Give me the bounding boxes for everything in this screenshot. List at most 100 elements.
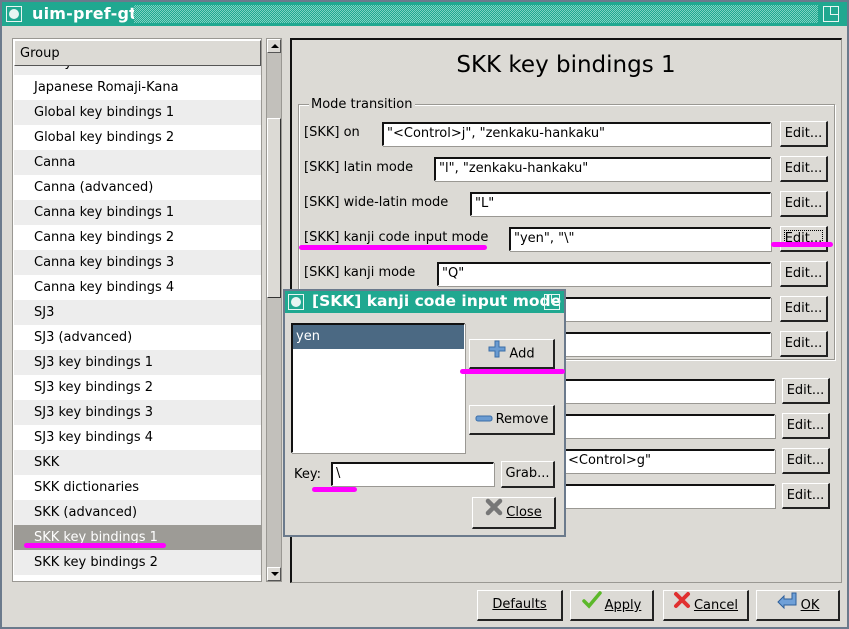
edit-label: Edit...	[786, 383, 825, 398]
group-list-item[interactable]: SKK (advanced)	[14, 500, 261, 525]
key-list-item[interactable]: yen	[293, 325, 464, 349]
edit-label: Edit...	[786, 488, 825, 503]
annotation-underline	[771, 242, 833, 247]
apply-label: Apply	[604, 598, 642, 613]
edit-button[interactable]: Edit...	[780, 121, 828, 147]
minus-icon	[475, 406, 493, 433]
group-list-item[interactable]: Canna (advanced)	[14, 175, 261, 200]
group-list-item[interactable]: SKK dictionaries	[14, 475, 261, 500]
group-list-item[interactable]: SJ3 (advanced)	[14, 325, 261, 350]
remove-button[interactable]: Remove	[469, 405, 555, 435]
binding-label: [SKK] kanji mode	[304, 265, 416, 280]
dialog-maximize-icon[interactable]	[544, 294, 560, 310]
group-list-item[interactable]: Global key bindings 2	[14, 125, 261, 150]
binding-row: [SKK] latin mode "l", "zenkaku-hankaku" Ed…	[304, 156, 834, 182]
group-list-item[interactable]: SKK key bindings 2	[14, 550, 261, 575]
binding-label: [SKK] on	[304, 125, 360, 140]
edit-button[interactable]: Edit...	[780, 191, 828, 217]
group-list-item[interactable]: Canna	[14, 150, 261, 175]
group-list-item[interactable]: SJ3 key bindings 4	[14, 425, 261, 450]
binding-row: [SKK] kanji mode "Q" Edit...	[304, 261, 834, 287]
binding-value-input[interactable]: "L"	[470, 192, 771, 216]
edit-button[interactable]: Edit...	[782, 378, 830, 404]
close-x-icon	[485, 498, 503, 527]
group-column-header[interactable]: Group	[14, 40, 261, 66]
title-bar-hatch	[134, 5, 818, 23]
grab-button[interactable]: Grab...	[501, 461, 555, 488]
dialog-title: [SKK] kanji code input mode	[312, 292, 562, 310]
dialog-title-bar[interactable]: [SKK] kanji code input mode	[285, 291, 564, 313]
edit-button[interactable]: Edit...	[780, 156, 828, 182]
binding-value-input[interactable]: "<Control>j", "zenkaku-hankaku"	[382, 122, 771, 146]
edit-label: Edit...	[784, 126, 823, 141]
add-button[interactable]: Add	[469, 339, 555, 369]
ok-label: OK	[800, 598, 820, 613]
add-label: Add	[509, 346, 535, 362]
binding-label: [SKK] wide-latin mode	[304, 195, 449, 210]
edit-button[interactable]: Edit...	[780, 331, 828, 357]
window-menu-icon[interactable]	[6, 6, 22, 22]
edit-button[interactable]: Edit...	[780, 261, 828, 287]
apply-button[interactable]: Apply	[570, 590, 654, 621]
annotation-underline	[299, 245, 487, 250]
edit-button[interactable]: Edit...	[780, 226, 828, 252]
group-list-item[interactable]: Japanese Romaji-Kana	[14, 75, 261, 100]
edit-label: Edit...	[784, 196, 823, 211]
group-list-item[interactable]: Canna key bindings 2	[14, 225, 261, 250]
group-list-item[interactable]: SJ3	[14, 300, 261, 325]
key-input[interactable]: \	[331, 462, 494, 486]
defaults-label: Defaults	[492, 597, 547, 612]
close-button[interactable]: Close	[472, 497, 556, 529]
edit-label: Edit...	[784, 301, 823, 316]
group-list-item[interactable]: SJ3 key bindings 1	[14, 350, 261, 375]
edit-label: Edit...	[786, 453, 825, 468]
title-bar[interactable]: uim-pref-gtk	[2, 2, 847, 26]
group-list-item[interactable]: Canna key bindings 4	[14, 275, 261, 300]
group-list-item[interactable]: SJ3 key bindings 2	[14, 375, 261, 400]
annotation-underline	[24, 543, 166, 548]
key-list[interactable]: yen	[291, 323, 465, 453]
group-list-item[interactable]: SKK	[14, 450, 261, 475]
dialog-menu-icon[interactable]	[288, 294, 304, 310]
ok-button[interactable]: OK	[756, 590, 840, 621]
edit-label: Edit...	[786, 418, 825, 433]
key-label: Key:	[294, 467, 322, 482]
group-list-scrollbar[interactable]	[266, 38, 282, 582]
defaults-button[interactable]: Defaults	[477, 590, 563, 621]
ok-arrow-icon	[776, 591, 798, 620]
binding-value-input[interactable]: "yen", "\"	[509, 227, 771, 251]
edit-button[interactable]: Edit...	[782, 448, 830, 474]
page-title: SKK key bindings 1	[456, 52, 676, 78]
plus-icon	[488, 340, 506, 368]
edit-label: Edit...	[784, 266, 823, 281]
group-rows: Anthy PredictionJapanese Romaji-KanaGlob…	[14, 50, 261, 575]
binding-value-input[interactable]: "l", "zenkaku-hankaku"	[434, 157, 771, 181]
checkmark-icon	[581, 591, 602, 620]
edit-button[interactable]: Edit...	[780, 296, 828, 322]
annotation-underline	[312, 487, 357, 492]
close-label: Close	[506, 505, 542, 520]
scrollbar-thumb[interactable]	[267, 118, 281, 298]
cancel-button[interactable]: Cancel	[663, 590, 749, 621]
maximize-icon[interactable]	[823, 6, 839, 22]
binding-label: [SKK] latin mode	[304, 160, 414, 175]
group-list-item[interactable]: Canna key bindings 1	[14, 200, 261, 225]
grab-label: Grab...	[505, 466, 550, 481]
edit-button[interactable]: Edit...	[782, 483, 830, 509]
scroll-down-arrow-icon[interactable]	[267, 567, 281, 581]
edit-label: Edit...	[784, 336, 823, 351]
binding-value-input[interactable]: "Q"	[437, 262, 771, 286]
edit-label: Edit...	[784, 161, 823, 176]
group-list-item[interactable]: Canna key bindings 3	[14, 250, 261, 275]
edit-button[interactable]: Edit...	[782, 413, 830, 439]
group-list-item[interactable]: SJ3 key bindings 3	[14, 400, 261, 425]
remove-label: Remove	[495, 412, 549, 427]
binding-label: [SKK] kanji code input mode	[304, 230, 489, 245]
binding-row: [SKK] wide-latin mode "L" Edit...	[304, 191, 834, 217]
annotation-underline	[460, 369, 565, 374]
scroll-up-arrow-icon[interactable]	[267, 39, 281, 53]
cancel-x-icon	[673, 591, 691, 620]
group-list[interactable]: Group Anthy PredictionJapanese Romaji-Ka…	[12, 38, 262, 582]
binding-row: [SKK] on "<Control>j", "zenkaku-hankaku" E…	[304, 121, 834, 147]
group-list-item[interactable]: Global key bindings 1	[14, 100, 261, 125]
